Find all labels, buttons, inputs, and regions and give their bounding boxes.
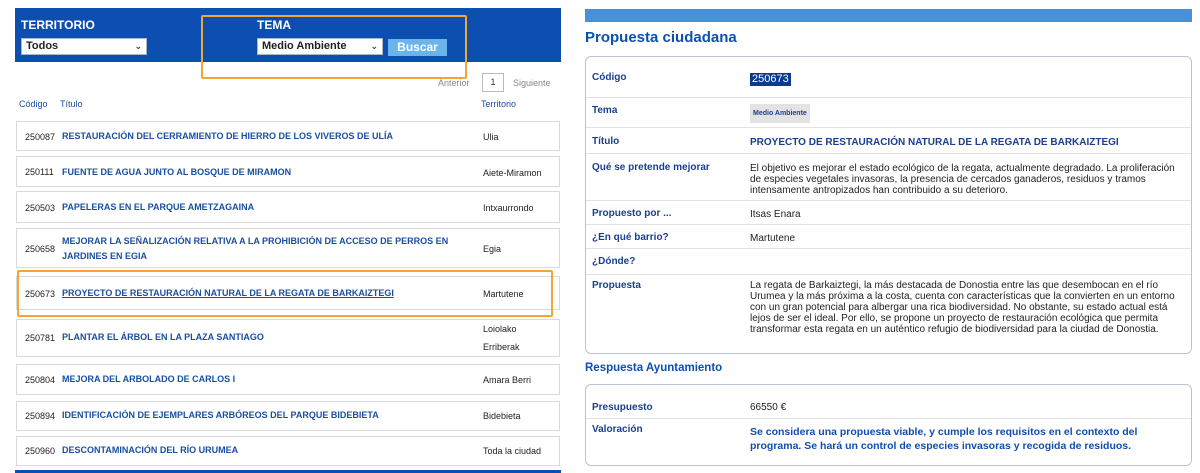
response-card: Presupuesto 66550 € Valoración Se consid… — [585, 384, 1192, 466]
row-code: 250781 — [25, 333, 56, 343]
valoracion-row: Valoración Se considera una propuesta vi… — [586, 419, 1191, 465]
row-territory: Aiete-Miramon — [483, 168, 542, 178]
valoracion-label: Valoración — [592, 424, 643, 435]
row-code: 250804 — [25, 375, 56, 385]
row-code: 250087 — [25, 132, 56, 142]
territorio-select[interactable]: Todos ⌄ — [21, 38, 147, 55]
titulo-label: Título — [592, 136, 620, 147]
page-title: Propuesta ciudadana — [585, 29, 737, 46]
propuesta-label: Propuesta — [592, 280, 641, 291]
codigo-value: 250673 — [750, 73, 791, 86]
propuesto-label: Propuesto por ... — [592, 208, 672, 219]
row-title-link[interactable]: FUENTE DE AGUA JUNTO AL BOSQUE DE MIRAMO… — [62, 165, 472, 180]
row-code: 250658 — [25, 244, 56, 254]
header-bar — [585, 9, 1192, 22]
row-territory: Egia — [483, 244, 502, 254]
propuesta-row: Propuesta La regata de Barkaiztegi, la m… — [586, 275, 1191, 353]
territorio-label: TERRITORIO — [21, 18, 95, 32]
row-territory: Intxaurrondo — [483, 203, 534, 213]
table-row[interactable]: 250658 MEJORAR LA SEÑALIZACIÓN RELATIVA … — [16, 228, 560, 268]
column-header-title[interactable]: Título — [60, 99, 83, 109]
row-code: 250503 — [25, 203, 56, 213]
row-title-link[interactable]: IDENTIFICACIÓN DE EJEMPLARES ARBÓREOS DE… — [62, 408, 472, 423]
pager-prev[interactable]: Anterior — [438, 74, 470, 92]
table-row[interactable]: 250503 PAPELERAS EN EL PARQUE AMETZAGAIN… — [16, 191, 560, 223]
table-row[interactable]: 250804 MEJORA DEL ARBOLADO DE CARLOS I A… — [16, 364, 560, 395]
presupuesto-row: Presupuesto 66550 € — [586, 385, 1191, 419]
barrio-row: ¿En qué barrio? Martutene — [586, 225, 1191, 249]
donde-label: ¿Dónde? — [592, 256, 636, 267]
presupuesto-value: 66550 € — [750, 402, 787, 413]
row-code: 250960 — [25, 446, 56, 456]
row-code: 250894 — [25, 411, 56, 421]
presupuesto-label: Presupuesto — [592, 402, 653, 413]
row-title-link[interactable]: PLANTAR EL ÁRBOL EN LA PLAZA SANTIAGO — [62, 330, 472, 345]
row-title-link[interactable]: DESCONTAMINACIÓN DEL RÍO URUMEA — [62, 443, 472, 458]
barrio-label: ¿En qué barrio? — [592, 232, 669, 243]
table-row[interactable]: 250087 RESTAURACIÓN DEL CERRAMIENTO DE H… — [16, 121, 560, 151]
propuesto-value: Itsas Enara — [750, 209, 801, 220]
table-row[interactable]: 250781 PLANTAR EL ÁRBOL EN LA PLAZA SANT… — [16, 319, 560, 357]
row-code: 250111 — [25, 167, 54, 177]
row-title-link[interactable]: MEJORA DEL ARBOLADO DE CARLOS I — [62, 372, 472, 387]
pager-current-page[interactable]: 1 — [482, 73, 504, 92]
propuesto-row: Propuesto por ... Itsas Enara — [586, 201, 1191, 225]
tema-label: Tema — [592, 105, 618, 116]
titulo-value: PROYECTO DE RESTAURACIÓN NATURAL DE LA R… — [750, 137, 1119, 148]
highlight-row-box — [17, 270, 553, 317]
codigo-row: Código 250673 — [586, 57, 1191, 98]
row-title-link[interactable]: MEJORAR LA SEÑALIZACIÓN RELATIVA A LA PR… — [62, 234, 472, 264]
response-heading: Respuesta Ayuntamiento — [585, 362, 723, 374]
proposal-card: Código 250673 Tema Medio Ambiente Título… — [585, 56, 1192, 354]
table-row[interactable]: 250111 FUENTE DE AGUA JUNTO AL BOSQUE DE… — [16, 156, 560, 187]
proposal-list-panel: TERRITORIO Todos ⌄ TEMA Medio Ambiente ⌄… — [15, 0, 561, 473]
row-territory: Toda la ciudad — [483, 446, 542, 456]
tema-row: Tema Medio Ambiente — [586, 98, 1191, 128]
tema-value-wrap: Medio Ambiente — [750, 104, 1186, 123]
valoracion-value: Se considera una propuesta viable, y cum… — [750, 426, 1138, 452]
column-header-code[interactable]: Código — [19, 99, 48, 109]
propuesta-value: La regata de Barkaiztegi, la más destaca… — [750, 280, 1175, 335]
chevron-down-icon: ⌄ — [134, 41, 142, 51]
row-title-link[interactable]: RESTAURACIÓN DEL CERRAMIENTO DE HIERRO D… — [62, 129, 472, 144]
codigo-value-wrap: 250673 — [750, 73, 1186, 86]
mejorar-row: Qué se pretende mejorar El objetivo es m… — [586, 154, 1191, 201]
mejorar-label: Qué se pretende mejorar — [592, 162, 710, 173]
proposal-detail-panel: Propuesta ciudadana Código 250673 Tema M… — [585, 0, 1200, 473]
pager-next[interactable]: Siguiente — [513, 74, 551, 92]
highlight-filter-box — [201, 15, 467, 79]
titulo-row: Título PROYECTO DE RESTAURACIÓN NATURAL … — [586, 128, 1191, 154]
row-territory: Amara Berri — [483, 375, 532, 385]
barrio-value: Martutene — [750, 233, 796, 244]
row-title-link[interactable]: PAPELERAS EN EL PARQUE AMETZAGAINA — [62, 200, 472, 215]
row-territory: Ulia — [483, 132, 499, 142]
codigo-label: Código — [592, 72, 627, 83]
territorio-select-value: Todos — [26, 40, 59, 52]
tema-badge: Medio Ambiente — [750, 104, 810, 123]
column-header-territory[interactable]: Territorio — [481, 99, 516, 109]
table-row[interactable]: 250960 DESCONTAMINACIÓN DEL RÍO URUMEA T… — [16, 436, 560, 466]
donde-row: ¿Dónde? — [586, 249, 1191, 275]
table-row[interactable]: 250894 IDENTIFICACIÓN DE EJEMPLARES ARBÓ… — [16, 401, 560, 431]
row-territory: Loiolako Erriberak — [483, 324, 520, 352]
mejorar-value: El objetivo es mejorar el estado ecológi… — [750, 163, 1175, 196]
row-territory: Bidebieta — [483, 411, 521, 421]
